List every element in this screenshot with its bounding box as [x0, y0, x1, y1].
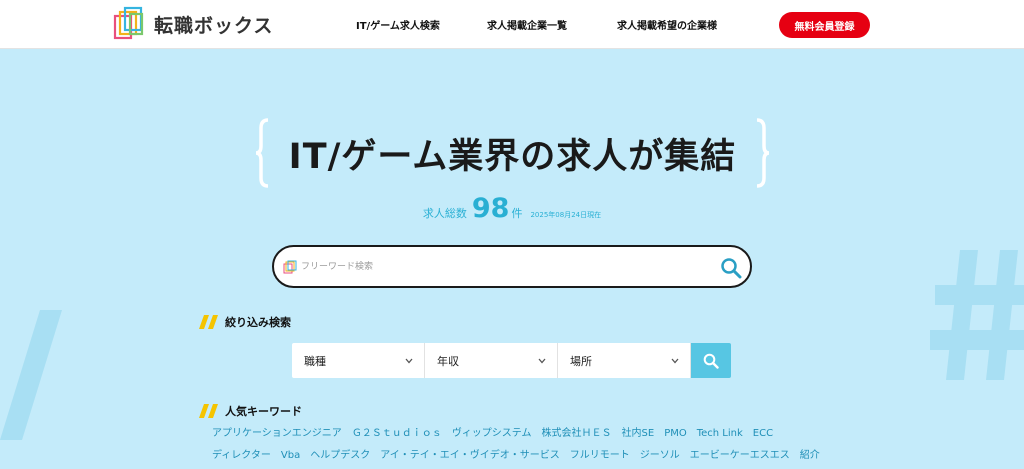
salary-select[interactable]: 年収 — [425, 343, 558, 378]
site-header: 転職ボックス IT/ゲーム求人検索 求人掲載企業一覧 求人掲載希望の企業様 無料… — [0, 0, 1024, 49]
keyword-link[interactable]: アプリケーションエンジニア — [212, 423, 342, 445]
filter-row: 職種 年収 場所 — [292, 343, 731, 378]
logo-text: 転職ボックス — [154, 14, 274, 37]
nav-job-search[interactable]: IT/ゲーム求人検索 — [356, 17, 440, 32]
chevron-down-icon — [405, 358, 413, 363]
keyword-link[interactable]: ECC — [753, 423, 773, 445]
keywords-title-text: 人気キーワード — [225, 405, 302, 418]
keyword-link[interactable]: Ｇ２Ｓｔｕｄｉｏｓ — [352, 423, 442, 445]
decorative-slash-graphic — [0, 310, 62, 440]
keyword-link[interactable]: ディレクター — [212, 445, 271, 467]
job-type-select[interactable]: 職種 — [292, 343, 425, 378]
logo-boxes-icon — [113, 6, 144, 40]
keyword-link[interactable]: アイ・テイ・エイ・ヴイデオ・サービス — [380, 445, 560, 467]
freeword-search-input[interactable] — [301, 255, 711, 279]
freeword-search-box — [272, 245, 752, 288]
yellow-slash-icon — [199, 404, 218, 418]
salary-select-label: 年収 — [437, 354, 459, 368]
keyword-link[interactable]: ヘルプデスク — [310, 445, 370, 467]
job-count-label: 求人総数 — [422, 207, 467, 220]
location-select[interactable]: 場所 — [558, 343, 691, 378]
cube-icon — [283, 260, 297, 274]
right-brace-icon — [756, 118, 770, 188]
keywords-section-title: 人気キーワード — [199, 403, 302, 419]
search-icon — [703, 353, 719, 369]
job-type-select-label: 職種 — [304, 354, 326, 368]
chevron-down-icon — [671, 358, 679, 363]
keyword-link[interactable]: ヴィップシステム — [452, 423, 532, 445]
job-count: 求人総数 98 件 2025年08月24日現在 — [0, 193, 1024, 224]
location-select-label: 場所 — [570, 354, 592, 368]
keyword-link[interactable]: フルリモート — [570, 445, 630, 467]
job-count-value: 98 — [471, 193, 510, 224]
job-count-unit: 件 — [511, 207, 523, 220]
keyword-link[interactable]: エービーケーエスエス — [690, 445, 790, 467]
keyword-link[interactable]: 紹介 — [800, 445, 820, 467]
keyword-link[interactable]: Vba — [281, 445, 300, 467]
decorative-hash-graphic — [930, 250, 1024, 380]
yellow-slash-icon — [199, 315, 218, 329]
chevron-down-icon — [538, 358, 546, 363]
keyword-link[interactable]: PMO — [664, 423, 687, 445]
search-icon[interactable] — [720, 257, 742, 279]
hero-title: IT/ゲーム業界の求人が集結 — [288, 137, 737, 177]
popular-keywords-list: アプリケーションエンジニア Ｇ２Ｓｔｕｄｉｏｓ ヴィップシステム 株式会社ＨＥＳ 社内S… — [212, 423, 832, 469]
keyword-link[interactable]: Tech Link — [697, 423, 743, 445]
filter-section-title: 絞り込み検索 — [199, 314, 291, 330]
hero-title-block: IT/ゲーム業界の求人が集結 — [255, 118, 770, 188]
job-count-date: 2025年08月24日現在 — [530, 211, 602, 219]
keyword-link[interactable]: 社内SE — [622, 423, 655, 445]
filter-search-button[interactable] — [691, 343, 731, 378]
keyword-link[interactable]: 株式会社ＨＥＳ — [542, 423, 612, 445]
keyword-link[interactable]: ジーソル — [640, 445, 680, 467]
nav-company-list[interactable]: 求人掲載企業一覧 — [487, 17, 567, 32]
filter-title-text: 絞り込み検索 — [225, 316, 291, 329]
register-button[interactable]: 無料会員登録 — [779, 12, 870, 38]
site-logo[interactable]: 転職ボックス — [112, 6, 273, 42]
nav-for-employers[interactable]: 求人掲載希望の企業様 — [617, 17, 717, 32]
